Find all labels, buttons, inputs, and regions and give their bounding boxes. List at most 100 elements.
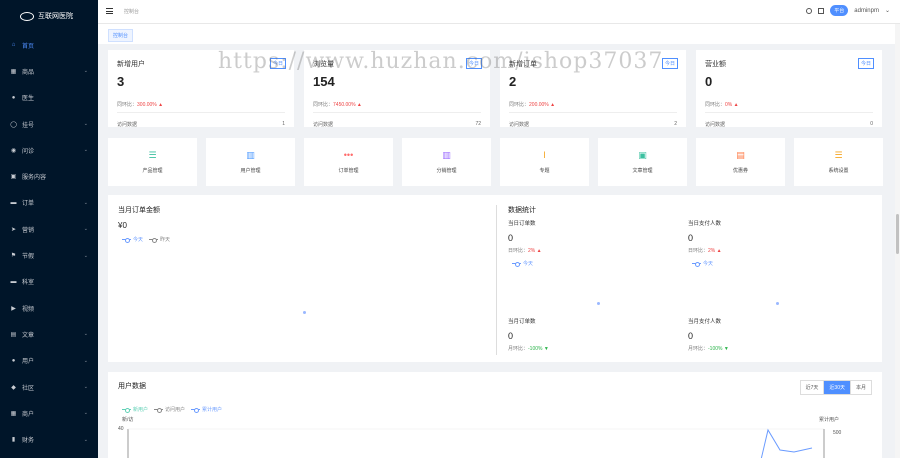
divider (117, 112, 285, 113)
user-chevron-icon[interactable]: ⌄ (885, 7, 890, 14)
article-icon: ▤ (10, 331, 17, 338)
data-stat-label: 当月订单数 (508, 319, 536, 325)
quick-link-label: 产品管理 (142, 167, 163, 174)
quick-link-label: 分销管理 (436, 167, 457, 174)
stat-footer-label: 访问数据 (705, 122, 726, 128)
fullscreen-icon[interactable] (818, 7, 825, 14)
data-stat-value: 0 (508, 331, 514, 341)
quick-link[interactable]: ▣ 文章管理 (598, 138, 687, 186)
sidebar-item[interactable]: ⌂ 首页 (0, 32, 98, 58)
chevron-down-icon: ⌄ (83, 357, 88, 364)
daily-payers-chart-point (776, 302, 779, 305)
sidebar-item[interactable]: ▮ 财务 ⌄ (0, 426, 98, 452)
sidebar-item[interactable]: ▬ 科室 (0, 269, 98, 295)
coupon-icon: ▤ (736, 149, 745, 160)
quick-link[interactable]: ☰ 系统设置 (794, 138, 883, 186)
sidebar-item[interactable]: ▦ 商品 ⌄ (0, 58, 98, 84)
image-icon: ▣ (638, 149, 647, 160)
quick-link-label: 文章管理 (632, 167, 653, 174)
sidebar-item-label: 营销 (22, 227, 35, 234)
finance-icon: ▮ (11, 437, 16, 444)
stat-title: 浏览量 (313, 61, 334, 68)
platform-badge[interactable]: 平台 (830, 5, 849, 16)
quick-link-label: 优惠券 (732, 167, 748, 174)
legend-today[interactable]: 今天 (692, 260, 713, 267)
quick-link[interactable]: I 专题 (500, 138, 589, 186)
panel-divider (496, 205, 497, 355)
sidebar-item[interactable]: ▬ 订单 ⌄ (0, 190, 98, 216)
quick-link-label: 专题 (539, 167, 550, 174)
chevron-down-icon: ⌄ (83, 384, 88, 390)
stat-title: 营业额 (705, 61, 726, 68)
daily-chart-point (597, 302, 600, 305)
quick-link[interactable]: ☰ 产品管理 (108, 138, 197, 186)
dept-icon: ▬ (10, 278, 17, 285)
data-stats-title: 数据统计 (508, 207, 536, 214)
divider (705, 112, 873, 113)
chevron-down-icon: ⌄ (83, 68, 88, 75)
chevron-down-icon: ⌄ (83, 331, 88, 338)
sidebar-item[interactable]: ⚑ 节假 ⌄ (0, 242, 98, 268)
app-title: 互联网医院 (38, 13, 73, 20)
quick-link[interactable]: ▤ 优惠券 (696, 138, 785, 186)
product-icon: ☰ (148, 149, 157, 160)
chevron-down-icon: ⌄ (83, 252, 88, 259)
stat-card: 新增订单 今日 2 同环比：200.00% ▲ 访问数据 2 (500, 50, 686, 128)
tab-dashboard[interactable]: 控制台 (108, 29, 134, 42)
sidebar-item-label: 文章 (22, 332, 35, 339)
shop-icon: ▦ (10, 68, 17, 75)
stat-compare: 同环比：300.00% ▲ (117, 102, 164, 108)
sidebar-item-label: 首页 (22, 43, 35, 50)
data-stat-compare: 日环比：2% ▲ (508, 248, 542, 254)
sidebar-item[interactable]: ● 用户 ⌄ (0, 348, 98, 374)
stat-period-badge: 今日 (465, 58, 482, 69)
quick-link[interactable]: ▥ 分销管理 (402, 138, 491, 186)
sidebar-item[interactable]: ◉ 问诊 ⌄ (0, 137, 98, 163)
stat-value: 0 (705, 74, 713, 89)
stat-footer-value: 72 (475, 121, 481, 127)
sidebar-item-label: 订单 (22, 201, 35, 208)
username[interactable]: adminpm (854, 8, 879, 14)
legend-yesterday[interactable]: 昨天 (149, 236, 170, 243)
menu-toggle-icon[interactable] (106, 8, 113, 14)
user-icon: ◯ (10, 121, 17, 128)
stat-footer-value: 0 (870, 121, 873, 127)
sidebar-item[interactable]: ▶ 视频 (0, 295, 98, 321)
stat-value: 3 (117, 74, 125, 89)
sidebar-item[interactable]: ◆ 社区 ⌄ (0, 374, 98, 400)
data-stat-value: 0 (688, 233, 694, 243)
stat-card: 浏览量 今日 154 同环比：7450.00% ▲ 访问数据 72 (304, 50, 490, 128)
sidebar-item-label: 服务内容 (22, 175, 47, 182)
sidebar-item[interactable]: ◯ 挂号 ⌄ (0, 111, 98, 137)
data-stat-label: 当日支付人数 (688, 221, 722, 227)
data-stat-value: 0 (508, 233, 514, 243)
sidebar-item-label: 挂号 (22, 122, 35, 129)
stat-footer-label: 访问数据 (117, 122, 138, 128)
orders-chart-point (303, 311, 306, 314)
merchant-icon: ▦ (10, 410, 17, 417)
scrollbar-thumb[interactable] (896, 214, 899, 254)
stat-period-badge: 今日 (661, 58, 678, 69)
sidebar-item[interactable]: ▦ 商户 ⌄ (0, 400, 98, 426)
sidebar-item[interactable]: ▣ 服务内容 (0, 163, 98, 189)
stat-period-badge: 今日 (269, 58, 286, 69)
quick-link[interactable]: ▥ 用户管理 (206, 138, 295, 186)
legend-today[interactable]: 今天 (122, 236, 143, 243)
page-scrollbar[interactable] (895, 24, 900, 458)
home-icon: ⌂ (11, 42, 16, 49)
video-icon: ▶ (11, 305, 16, 312)
legend-today[interactable]: 今天 (512, 260, 533, 267)
app-logo[interactable]: 互联网医院 (0, 0, 98, 32)
divider (313, 112, 481, 113)
search-icon[interactable] (806, 7, 813, 14)
chevron-down-icon: ⌄ (83, 226, 88, 233)
sidebar-item-label: 商户 (22, 411, 35, 418)
sidebar-item[interactable]: ▤ 文章 ⌄ (0, 321, 98, 347)
sidebar-item[interactable]: ➤ 营销 ⌄ (0, 216, 98, 242)
monthly-orders-title: 当月订单金额 (118, 207, 160, 214)
sidebar-item[interactable]: ● 医生 (0, 85, 98, 111)
chart-bars-icon: ▥ (246, 149, 255, 160)
data-stat-compare: 月环比：-100% ▼ (508, 346, 549, 352)
quick-link[interactable]: ••• 订单管理 (304, 138, 393, 186)
chevron-down-icon: ⌄ (83, 147, 88, 154)
